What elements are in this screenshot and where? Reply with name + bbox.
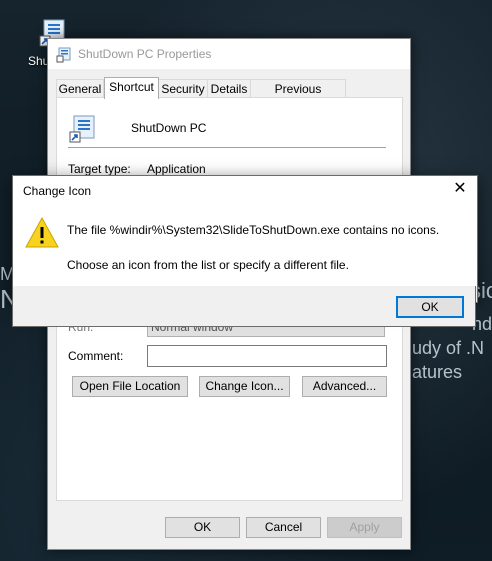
tab-general[interactable]: General	[56, 79, 104, 98]
app-name: ShutDown PC	[131, 121, 207, 135]
bg-text-fragment: udy of .N	[412, 338, 485, 358]
open-file-location-button[interactable]: Open File Location	[72, 376, 188, 397]
shortcut-file-icon	[69, 115, 95, 143]
comment-input[interactable]	[147, 345, 387, 367]
dialog-message-line2: Choose an icon from the list or specify …	[67, 258, 349, 272]
properties-title: ShutDown PC Properties	[78, 47, 212, 61]
target-type-value: Application	[147, 162, 206, 176]
close-icon[interactable]: ✕	[449, 178, 471, 200]
tab-shortcut[interactable]: Shortcut	[104, 77, 159, 99]
tab-security[interactable]: Security	[158, 79, 208, 98]
bg-text-fragment: atures	[412, 362, 463, 382]
warning-icon	[25, 217, 59, 248]
advanced-button[interactable]: Advanced...	[302, 376, 387, 397]
separator	[68, 147, 386, 148]
apply-button[interactable]: Apply	[327, 517, 402, 538]
change-icon-dialog: Change Icon ✕ The file %windir%\System32…	[12, 175, 478, 303]
dialog-ok-button[interactable]: OK	[396, 296, 464, 318]
shortcut-file-icon	[56, 47, 71, 63]
properties-titlebar[interactable]: ShutDown PC Properties	[48, 39, 410, 69]
comment-label: Comment:	[68, 349, 124, 363]
dialog-message-line1: The file %windir%\System32\SlideToShutDo…	[67, 223, 440, 237]
change-icon-button[interactable]: Change Icon...	[199, 376, 290, 397]
ok-button[interactable]: OK	[165, 517, 240, 538]
cancel-button[interactable]: Cancel	[246, 517, 321, 538]
tab-details[interactable]: Details	[207, 79, 251, 98]
dialog-title: Change Icon	[23, 184, 92, 198]
tab-previous-versions[interactable]: Previous Versions	[250, 79, 346, 114]
target-type-label: Target type:	[68, 162, 131, 176]
